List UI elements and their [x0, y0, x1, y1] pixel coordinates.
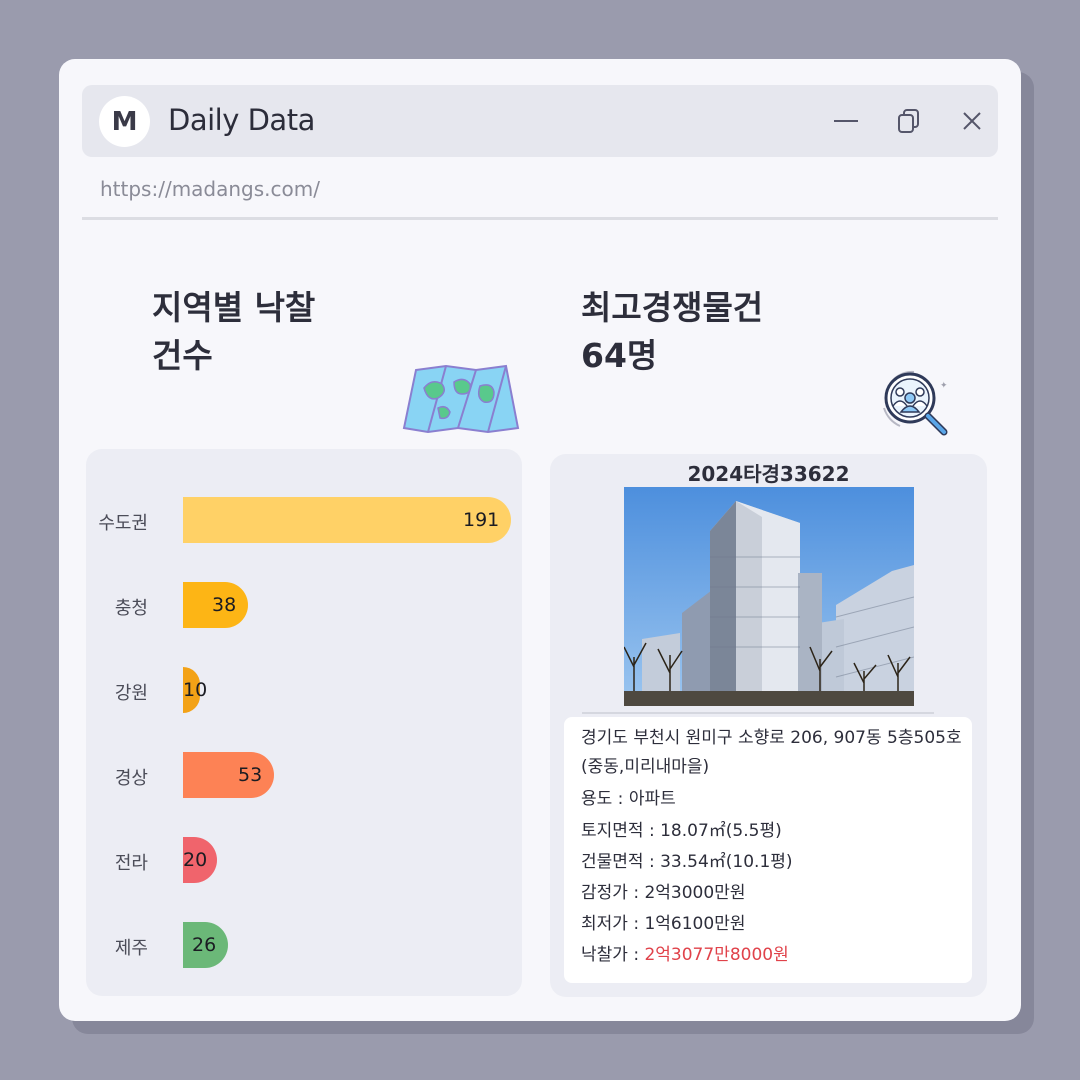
property-photo — [624, 487, 914, 706]
bar-label: 강원 — [114, 683, 148, 704]
land-area-value: 18.07㎡(5.5평) — [660, 821, 782, 841]
building-area-label: 건물면적 : — [581, 852, 661, 872]
url-text: https://madangs.com/ — [100, 177, 320, 201]
winning-price-row: 낙찰가 : 2억3077만8000원 — [581, 940, 789, 965]
property-info-card: 경기도 부천시 원미구 소향로 206, 907동 5층505호 (중동,미리내… — [564, 717, 972, 983]
minimum-price-value: 1억6100만원 — [644, 914, 746, 934]
bar-label: 경상 — [114, 768, 148, 789]
app-window: M Daily Data https://madangs.com/ 지역별 낙찰… — [59, 59, 1021, 1021]
region-chart-panel: 수도권 191 충청 38 강원 10 경상 53 전라 20 제주 26 — [86, 449, 522, 996]
right-title-line1: 최고경쟁물건 — [581, 288, 764, 327]
appraisal-value: 2억3000만원 — [644, 883, 746, 903]
bar-value-label: 26 — [192, 934, 217, 956]
bar-value-label: 38 — [212, 594, 237, 616]
bar-label: 수도권 — [98, 513, 148, 534]
land-area-label: 토지면적 : — [581, 821, 661, 841]
usage-label: 용도 : — [581, 789, 629, 809]
appraisal-label: 감정가 : — [581, 883, 645, 903]
photo-divider — [582, 712, 934, 714]
usage-row: 용도 : 아파트 — [581, 784, 676, 809]
search-people-icon: ✦ — [883, 370, 948, 436]
bar-value-label: 10 — [183, 679, 208, 701]
case-number: 2024타경33622 — [687, 462, 850, 486]
right-title-line2: 64명 — [581, 336, 658, 375]
left-title-line2: 건수 — [152, 336, 213, 375]
bar-label: 충청 — [114, 598, 148, 619]
land-area-row: 토지면적 : 18.07㎡(5.5평) — [581, 816, 782, 841]
address-line2: (중동,미리내마을) — [581, 757, 710, 777]
bar-label: 전라 — [114, 853, 148, 874]
app-logo: M — [99, 96, 150, 147]
url-divider — [82, 217, 998, 220]
copy-icon[interactable] — [894, 105, 926, 137]
bar — [183, 497, 511, 543]
bar-label: 제주 — [114, 938, 148, 959]
bar-value-label: 53 — [238, 764, 263, 786]
address-line1: 경기도 부천시 원미구 소향로 206, 907동 5층505호 — [581, 728, 962, 748]
title-bar: M Daily Data — [82, 85, 998, 157]
left-title-line1: 지역별 낙찰 — [152, 288, 316, 327]
building-area-row: 건물면적 : 33.54㎡(10.1평) — [581, 847, 793, 872]
close-icon[interactable] — [956, 105, 988, 137]
svg-text:✦: ✦ — [940, 381, 948, 391]
map-icon — [402, 364, 520, 434]
bar-value-label: 191 — [463, 509, 500, 531]
minimize-icon[interactable] — [830, 105, 862, 137]
left-title: 지역별 낙찰 건수 — [152, 284, 315, 380]
winning-price-value: 2억3077만8000원 — [644, 945, 789, 965]
winning-price-label: 낙찰가 : — [581, 945, 645, 965]
bar-value-label: 20 — [183, 849, 208, 871]
property-panel: 2024타경33622 경기도 부천시 원미구 소향로 206, 907동 5층… — [550, 454, 987, 997]
app-title: Daily Data — [168, 103, 315, 137]
right-title: 최고경쟁물건 64명 — [581, 284, 763, 380]
minimum-price-row: 최저가 : 1억6100만원 — [581, 909, 745, 934]
minimum-price-label: 최저가 : — [581, 914, 645, 934]
usage-value: 아파트 — [628, 789, 676, 809]
appraisal-row: 감정가 : 2억3000만원 — [581, 878, 745, 903]
building-area-value: 33.54㎡(10.1평) — [660, 852, 793, 872]
